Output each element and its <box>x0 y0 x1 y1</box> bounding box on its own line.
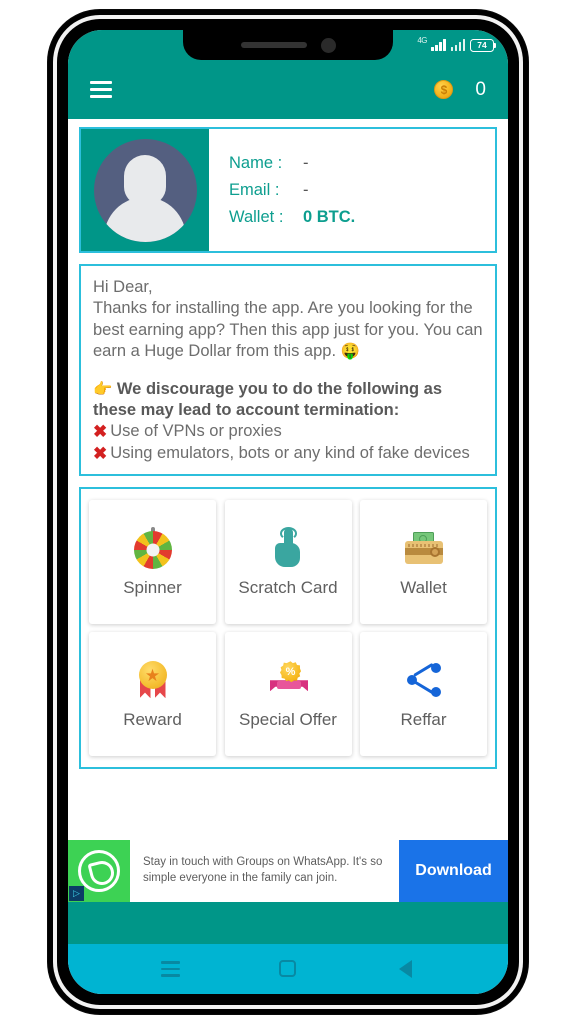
intro-text: Thanks for installing the app. Are you l… <box>93 299 483 361</box>
phone-frame: 4G 74 $ 0 Name: - Email: - Wallet: 0 … <box>48 10 528 1014</box>
avatar-pane <box>81 129 209 251</box>
warning-heading: 👉 We discourage you to do the following … <box>93 379 483 421</box>
prohibited-item-emulator-text: Using emulators, bots or any kind of fak… <box>110 443 470 462</box>
menu-tile-special-offer[interactable]: % Special Offer <box>224 632 352 757</box>
network-type-label: 4G <box>417 35 427 45</box>
intro-paragraph: Thanks for installing the app. Are you l… <box>93 298 483 362</box>
back-icon[interactable] <box>392 956 418 982</box>
recent-apps-icon[interactable] <box>158 956 184 982</box>
profile-fields: Name : - Email : - Wallet : 0 BTC. <box>209 129 495 251</box>
bottom-teal-strip <box>68 902 508 944</box>
phone-screen: 4G 74 $ 0 Name: - Email: - Wallet: 0 … <box>68 30 508 994</box>
welcome-message-card: Hi Dear, Thanks for installing the app. … <box>79 264 497 477</box>
prohibited-item-vpn-text: Use of VPNs or proxies <box>110 421 282 440</box>
wallet-icon <box>403 527 445 569</box>
menu-tile-spinner-label: Spinner <box>123 578 182 598</box>
ad-icon-wrap: ▷ <box>68 840 130 902</box>
ad-text: Stay in touch with Groups on WhatsApp. I… <box>143 856 383 884</box>
battery-level-label: 74 <box>477 40 487 50</box>
pointing-finger-emoji: 👉 <box>93 380 113 398</box>
menu-tile-wallet-label: Wallet <box>400 578 447 598</box>
cross-mark-icon: ✖ <box>93 421 108 441</box>
menu-tile-reffar-label: Reffar <box>400 710 447 730</box>
phone-notch <box>183 30 393 60</box>
prohibited-item-emulator: ✖ Using emulators, bots or any kind of f… <box>93 443 483 465</box>
menu-tile-reward-label: Reward <box>123 710 182 730</box>
coin-balance-area[interactable]: $ 0 <box>434 79 486 101</box>
signal-strength-icon-1 <box>431 39 446 51</box>
discount-badge-icon: % <box>267 659 309 701</box>
ad-banner[interactable]: ▷ Stay in touch with Groups on WhatsApp.… <box>68 840 508 902</box>
ad-download-button[interactable]: Download <box>399 840 508 902</box>
name-value: - <box>303 153 309 172</box>
avatar-body-shape <box>104 196 186 242</box>
ad-text-wrap: Stay in touch with Groups on WhatsApp. I… <box>130 840 399 902</box>
email-label: Email : <box>229 180 280 199</box>
coin-count-label: 0 <box>475 78 486 100</box>
spinner-wheel-icon <box>132 527 174 570</box>
menu-tile-scratch-card[interactable]: Scratch Card <box>224 500 352 625</box>
menu-grid-card: Spinner Scratch Card Wallet ★ Reward % S… <box>79 487 497 770</box>
app-bar: $ 0 <box>68 60 508 119</box>
greeting-text: Hi Dear, <box>93 278 153 296</box>
menu-tile-reffar[interactable]: Reffar <box>360 632 487 757</box>
money-face-emoji: 🤑 <box>340 343 360 361</box>
medal-icon: ★ <box>132 659 174 701</box>
front-camera-icon <box>320 37 336 53</box>
battery-icon: 74 <box>470 38 496 52</box>
warning-heading-text: We discourage you to do the following as… <box>93 379 443 419</box>
menu-tile-scratch-card-label: Scratch Card <box>238 578 338 598</box>
profile-row-email: Email : - <box>229 181 495 200</box>
menu-tile-special-offer-label: Special Offer <box>239 710 337 730</box>
home-icon[interactable] <box>275 956 301 982</box>
system-navigation-bar <box>68 944 508 994</box>
menu-tile-spinner[interactable]: Spinner <box>89 500 216 625</box>
signal-strength-icon-2 <box>450 39 465 51</box>
main-content: Name : - Email : - Wallet : 0 BTC. Hi De… <box>68 119 508 902</box>
name-label: Name : <box>229 153 283 172</box>
prohibited-item-vpn: ✖ Use of VPNs or proxies <box>93 421 483 443</box>
cross-mark-icon: ✖ <box>93 443 108 463</box>
menu-tile-wallet[interactable]: Wallet <box>360 500 487 625</box>
hamburger-menu-icon[interactable] <box>86 77 116 102</box>
speaker-grille <box>240 42 307 48</box>
profile-card: Name : - Email : - Wallet : 0 BTC. <box>79 127 497 253</box>
share-icon <box>403 659 445 701</box>
email-value: - <box>303 180 309 199</box>
menu-grid-row-1: Spinner Scratch Card Wallet <box>87 496 489 628</box>
profile-row-wallet: Wallet : 0 BTC. <box>229 208 495 227</box>
profile-row-name: Name : - <box>229 154 495 173</box>
wallet-label: Wallet : <box>229 207 284 226</box>
adchoices-icon[interactable]: ▷ <box>69 886 84 901</box>
menu-tile-reward[interactable]: ★ Reward <box>89 632 216 757</box>
wallet-value: 0 BTC. <box>303 207 356 226</box>
whatsapp-icon <box>78 850 120 892</box>
avatar <box>93 138 197 242</box>
menu-grid-row-2: ★ Reward % Special Offer Reffar <box>87 628 489 760</box>
tap-hand-icon <box>267 527 309 569</box>
phone-bezel: 4G 74 $ 0 Name: - Email: - Wallet: 0 … <box>57 19 519 1005</box>
coin-icon: $ <box>434 80 454 99</box>
